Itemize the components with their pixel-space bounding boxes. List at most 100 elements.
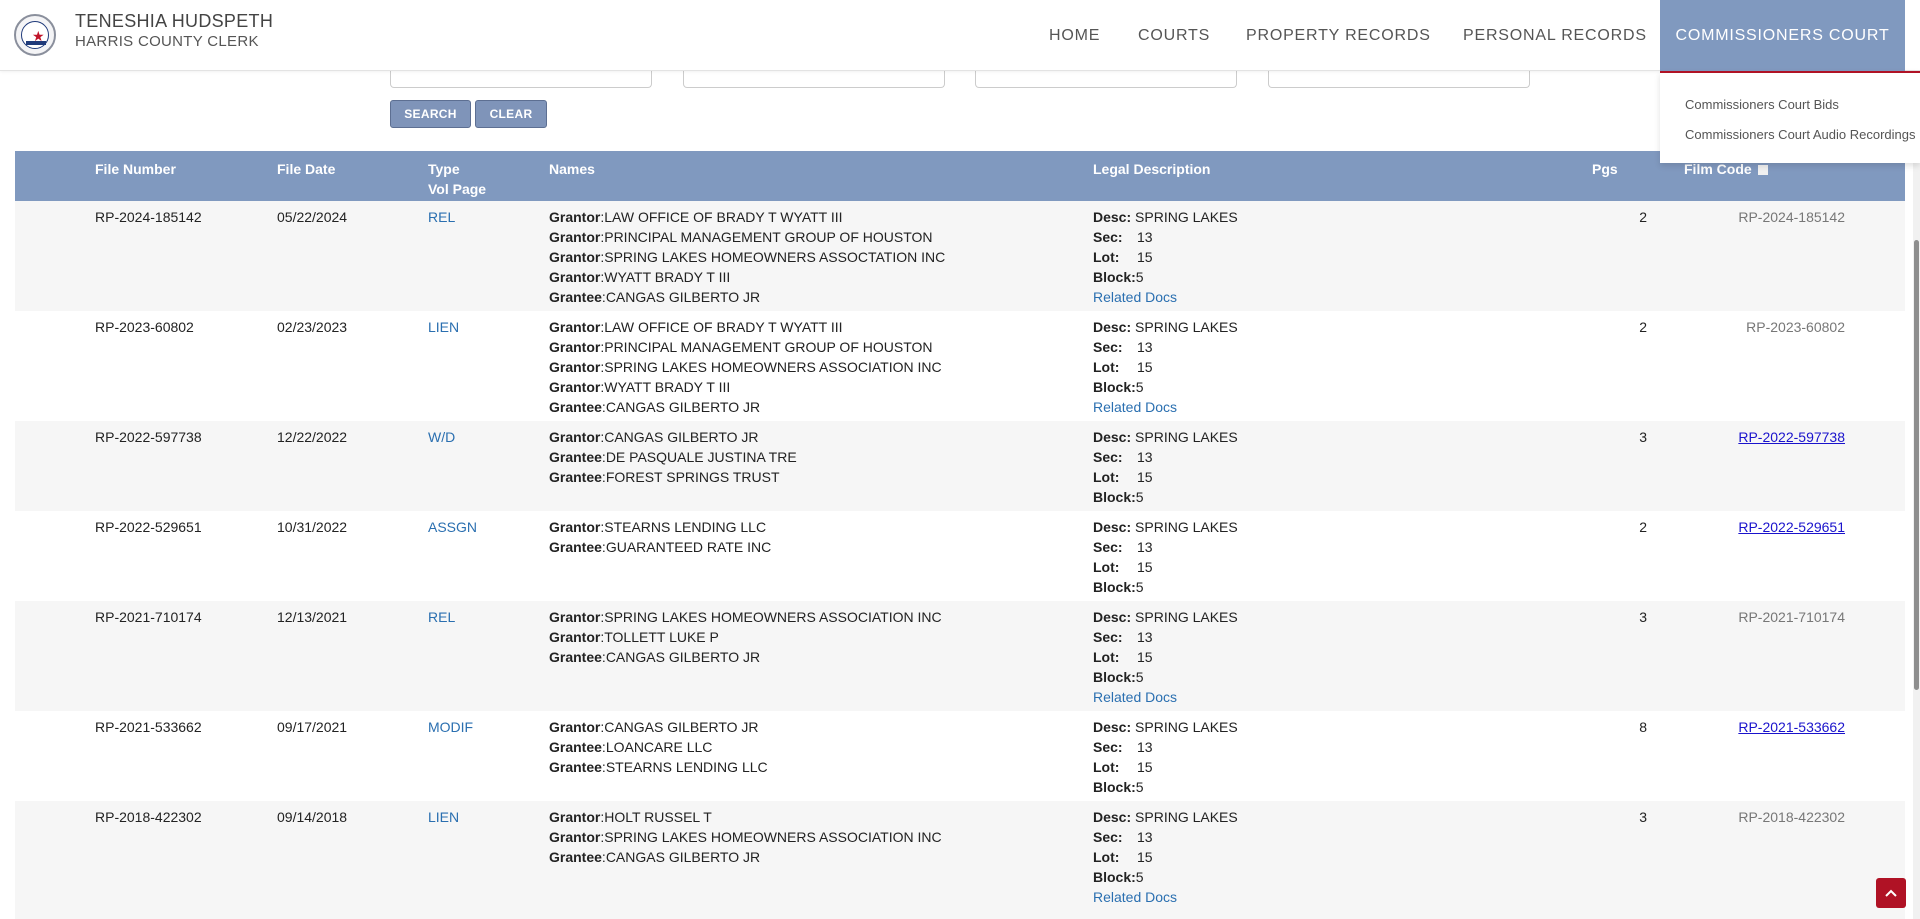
related-docs-link[interactable]: Related Docs (1093, 687, 1238, 707)
nav-courts[interactable]: COURTS (1138, 0, 1210, 71)
select-all-checkbox[interactable] (1757, 165, 1768, 176)
doc-type-link[interactable]: MODIF (428, 717, 473, 737)
doc-type-link[interactable]: W/D (428, 427, 455, 447)
table-row: RP-2022-597738 12/22/2022 W/D Grantor:CANGA… (15, 421, 1905, 511)
col-film-code-label[interactable]: Film Code (1684, 161, 1752, 177)
file-date: 12/13/2021 (277, 609, 348, 625)
dropdown-item-bids[interactable]: Commissioners Court Bids (1685, 97, 1839, 112)
party-role: Grantee (549, 649, 602, 665)
file-number: RP-2023-60802 (95, 319, 194, 335)
party-name: CANGAS GILBERTO JR (605, 649, 761, 665)
desc-value: SPRING LAKES (1135, 209, 1238, 225)
party-entry: Grantor:SPRING LAKES HOMEOWNERS ASSOCIAT… (549, 359, 942, 375)
party-role: Grantor (549, 379, 601, 395)
party-role: Grantor (549, 269, 601, 285)
desc-value: SPRING LAKES (1135, 609, 1238, 625)
names-list: Grantor:STEARNS LENDING LLC Grantee:GUARA… (549, 517, 771, 557)
party-entry: Grantee:FOREST SPRINGS TRUST (549, 469, 780, 485)
nav-commissioners-court[interactable]: COMMISSIONERS COURT (1660, 0, 1905, 71)
site-header: ★ TENESHIA HUDSPETH HARRIS COUNTY CLERK … (0, 0, 1920, 71)
clear-button[interactable]: CLEAR (475, 100, 547, 128)
related-docs-link[interactable]: Related Docs (1093, 887, 1238, 907)
party-role: Grantee (549, 449, 602, 465)
film-code: RP-2024-185142 (1738, 209, 1845, 225)
film-code: RP-2023-60802 (1746, 319, 1845, 335)
party-name: TOLLETT LUKE P (604, 629, 719, 645)
commissioners-court-dropdown: Commissioners Court Bids Commissioners C… (1660, 71, 1920, 163)
clerk-name: TENESHIA HUDSPETH (75, 11, 274, 31)
lot-value: 15 (1137, 849, 1153, 865)
party-entry: Grantor:WYATT BRADY T III (549, 379, 731, 395)
film-code[interactable]: RP-2022-529651 (1738, 517, 1845, 537)
doc-type-link[interactable]: REL (428, 207, 455, 227)
file-number: RP-2022-529651 (95, 519, 202, 535)
sec-label: Sec: (1093, 449, 1123, 465)
film-code[interactable]: RP-2021-533662 (1738, 717, 1845, 737)
doc-type-link[interactable]: REL (428, 607, 455, 627)
party-entry: Grantor:WYATT BRADY T III (549, 269, 731, 285)
lot-label: Lot: (1093, 359, 1120, 375)
party-entry: Grantor:PRINCIPAL MANAGEMENT GROUP OF HO… (549, 339, 933, 355)
doc-type-link[interactable]: ASSGN (428, 517, 477, 537)
file-date: 09/17/2021 (277, 719, 348, 735)
sec-value: 13 (1137, 339, 1153, 355)
file-number: RP-2021-710174 (95, 609, 202, 625)
county-seal-icon[interactable]: ★ (14, 14, 56, 56)
lot-label: Lot: (1093, 849, 1120, 865)
block-label: Block: (1093, 669, 1136, 685)
party-role: Grantor (549, 719, 601, 735)
legal-description: Desc: SPRING LAKES Sec: 13 Lot: 15 Block:5 Rel… (1093, 607, 1238, 707)
related-docs-link[interactable]: Related Docs (1093, 397, 1238, 417)
file-date: 12/22/2022 (277, 429, 348, 445)
table-row: RP-2023-60802 02/23/2023 LIEN Grantor:LAW O… (15, 311, 1905, 421)
file-date: 10/31/2022 (277, 519, 348, 535)
party-entry: Grantor:TOLLETT LUKE P (549, 629, 719, 645)
lot-value: 15 (1137, 359, 1153, 375)
desc-label: Desc: (1093, 429, 1132, 445)
page-count: 2 (1639, 319, 1647, 335)
party-role: Grantee (549, 399, 602, 415)
page-count: 3 (1639, 609, 1647, 625)
col-file-date[interactable]: File Date (277, 159, 335, 179)
col-type-label[interactable]: Type (428, 159, 486, 179)
party-name: PRINCIPAL MANAGEMENT GROUP OF HOUSTON (604, 339, 933, 355)
nav-property-records[interactable]: PROPERTY RECORDS (1246, 0, 1431, 71)
party-name: SPRING LAKES HOMEOWNERS ASSOCIATION INC (604, 829, 942, 845)
back-to-top-button[interactable] (1876, 878, 1906, 908)
col-names[interactable]: Names (549, 159, 595, 179)
desc-label: Desc: (1093, 519, 1132, 535)
results-table-header: File Number File Date Type Vol Page Name… (15, 151, 1905, 201)
film-code[interactable]: RP-2022-597738 (1738, 427, 1845, 447)
col-legal-description[interactable]: Legal Description (1093, 159, 1210, 179)
doc-type-link[interactable]: LIEN (428, 317, 459, 337)
party-name: SPRING LAKES HOMEOWNERS ASSOCIATION INC (604, 359, 942, 375)
file-number: RP-2022-597738 (95, 429, 202, 445)
dropdown-item-audio-recordings[interactable]: Commissioners Court Audio Recordings (1685, 127, 1915, 142)
sec-label: Sec: (1093, 629, 1123, 645)
block-value: 5 (1135, 269, 1144, 285)
party-entry: Grantor:CANGAS GILBERTO JR (549, 429, 759, 445)
lot-label: Lot: (1093, 559, 1120, 575)
search-button[interactable]: SEARCH (390, 100, 471, 128)
party-name: GUARANTEED RATE INC (605, 539, 772, 555)
page-count: 2 (1639, 519, 1647, 535)
block-value: 5 (1135, 579, 1144, 595)
party-entry: Grantor:HOLT RUSSEL T (549, 809, 712, 825)
desc-label: Desc: (1093, 609, 1132, 625)
col-file-number[interactable]: File Number (95, 159, 176, 179)
doc-type-link[interactable]: LIEN (428, 807, 459, 827)
nav-home[interactable]: HOME (1049, 0, 1100, 71)
party-name: CANGAS GILBERTO JR (605, 849, 761, 865)
related-docs-link[interactable]: Related Docs (1093, 287, 1238, 307)
page-count: 3 (1639, 809, 1647, 825)
page-scrollbar-thumb[interactable] (1914, 240, 1919, 690)
sec-value: 13 (1137, 539, 1153, 555)
party-entry: Grantor:STEARNS LENDING LLC (549, 519, 767, 535)
desc-label: Desc: (1093, 319, 1132, 335)
party-role: Grantor (549, 609, 601, 625)
col-pgs[interactable]: Pgs (1592, 159, 1618, 179)
file-date: 02/23/2023 (277, 319, 348, 335)
nav-personal-records[interactable]: PERSONAL RECORDS (1463, 0, 1647, 71)
block-label: Block: (1093, 779, 1136, 795)
legal-description: Desc: SPRING LAKES Sec: 13 Lot: 15 Block:5 (1093, 427, 1238, 507)
